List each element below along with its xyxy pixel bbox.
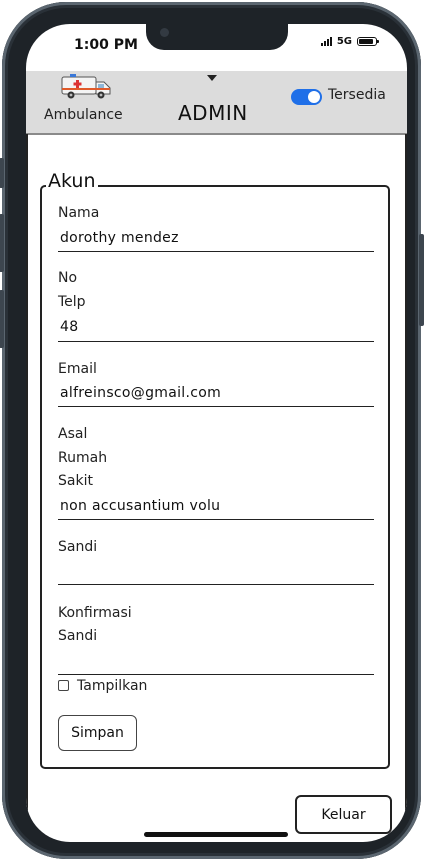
phone-label-line2: Telp xyxy=(58,294,86,310)
logout-button[interactable]: Keluar xyxy=(295,795,392,834)
availability-label: Tersedia xyxy=(328,87,386,103)
password-input[interactable] xyxy=(58,584,374,585)
email-input[interactable]: alfreinsco@gmail.com xyxy=(60,385,221,401)
email-label: Email xyxy=(58,361,97,377)
status-indicators: 5G xyxy=(320,36,379,47)
toggle-knob xyxy=(308,91,320,103)
show-password-checkbox[interactable] xyxy=(58,680,69,691)
camera-icon xyxy=(160,28,169,37)
volume-down-button xyxy=(0,290,4,348)
phone-input-underline xyxy=(58,341,374,342)
hospital-label-line1: Asal xyxy=(58,426,88,442)
save-button[interactable]: Simpan xyxy=(58,715,137,751)
phone-input[interactable]: 48 xyxy=(60,319,78,335)
content-border-right xyxy=(405,134,407,842)
screen: 1:00 PM 5G Ambulance ADMIN Tersedia Akun… xyxy=(26,24,407,842)
hospital-label-line2: Rumah xyxy=(58,450,108,466)
confirm-password-label-line1: Konfirmasi xyxy=(58,605,132,621)
caret-down-icon[interactable] xyxy=(207,75,217,81)
name-label: Nama xyxy=(58,205,100,221)
volume-up-button xyxy=(0,214,4,272)
phone-label-line1: No xyxy=(58,270,78,286)
show-password-label[interactable]: Tampilkan xyxy=(77,678,147,694)
confirm-password-label-line2: Sandi xyxy=(58,628,98,644)
page-title: ADMIN xyxy=(178,101,248,125)
name-input-underline xyxy=(58,251,374,252)
mute-switch xyxy=(0,158,4,188)
password-label: Sandi xyxy=(58,539,98,555)
home-indicator xyxy=(144,832,288,837)
power-button xyxy=(419,234,424,326)
app-bar: Ambulance ADMIN Tersedia xyxy=(26,71,407,135)
confirm-password-input[interactable] xyxy=(58,674,374,675)
content-border-left xyxy=(26,134,28,842)
status-time: 1:00 PM xyxy=(74,37,138,53)
hospital-input[interactable]: non accusantium volu xyxy=(60,498,220,514)
phone-frame: 1:00 PM 5G Ambulance ADMIN Tersedia Akun… xyxy=(0,2,424,859)
brand-label: Ambulance xyxy=(44,107,123,123)
hospital-input-underline xyxy=(58,519,374,520)
fieldset-legend: Akun xyxy=(46,170,98,192)
ambulance-icon xyxy=(61,74,111,99)
signal-icon xyxy=(320,37,332,46)
battery-icon xyxy=(357,37,379,46)
notch xyxy=(146,24,288,50)
email-input-underline xyxy=(58,406,374,407)
network-label: 5G xyxy=(336,36,352,47)
availability-toggle[interactable] xyxy=(291,89,322,105)
name-input[interactable]: dorothy mendez xyxy=(60,230,179,246)
hospital-label-line3: Sakit xyxy=(58,473,93,489)
